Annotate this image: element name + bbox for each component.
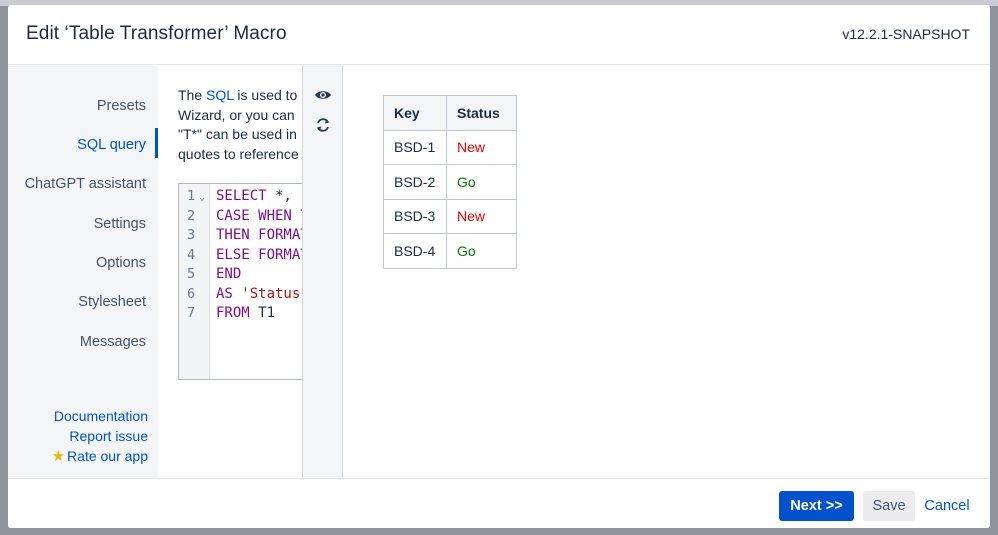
next-button[interactable]: Next >> xyxy=(779,491,854,521)
rate-app-link[interactable]: ★ Rate our app xyxy=(52,447,148,465)
table-row: BSD-1 New xyxy=(383,129,517,165)
code-line: 7 FROM T1 xyxy=(179,304,302,324)
sidebar-item-stylesheet[interactable]: Stylesheet xyxy=(78,294,146,310)
fold-chevron-icon[interactable]: ⌄ xyxy=(199,188,205,208)
code-line: 5 END xyxy=(179,265,302,285)
cell-status: New xyxy=(446,129,517,165)
cancel-button[interactable]: Cancel xyxy=(922,491,972,521)
preview-table: Key Status BSD-1 New BSD-2 Go BSD-3 New xyxy=(383,95,517,269)
sidebar: Presets SQL query ChatGPT assistant Sett… xyxy=(8,66,158,478)
sidebar-item-options[interactable]: Options xyxy=(96,255,146,271)
desc-text: is used to xyxy=(233,87,298,103)
column-header-status: Status xyxy=(446,95,517,131)
line-number: 6 xyxy=(187,285,196,302)
line-number: 1 xyxy=(187,188,196,204)
column-header-key: Key xyxy=(383,95,447,131)
macro-editor-dialog: Edit ‘Table Transformer’ Macro v12.2.1-S… xyxy=(8,5,990,528)
sql-string: 'Status xyxy=(232,285,301,302)
line-number: 4 xyxy=(187,246,196,263)
cell-status: New xyxy=(446,198,517,234)
code-line: 4 ELSE FORMAT xyxy=(179,246,302,266)
sql-description: The SQL is used to Wizard, or you can "T… xyxy=(178,86,302,164)
report-issue-link[interactable]: Report issue xyxy=(69,428,148,444)
cell-key: BSD-1 xyxy=(383,129,447,165)
sql-keyword: FROM xyxy=(216,305,250,321)
line-number: 7 xyxy=(187,305,196,321)
sql-keyword: END xyxy=(216,266,242,282)
table-header-row: Key Status xyxy=(383,95,517,131)
cell-status: Go xyxy=(446,233,517,269)
code-line: 1 ⌄ SELECT *, xyxy=(179,187,302,207)
desc-text: Wizard, or you can xyxy=(178,106,295,123)
documentation-link[interactable]: Documentation xyxy=(54,408,148,424)
sql-text: T xyxy=(292,208,302,224)
dialog-title: Edit ‘Table Transformer’ Macro xyxy=(26,23,287,44)
cell-status: Go xyxy=(446,164,517,200)
sql-query-panel: The SQL is used to Wizard, or you can "T… xyxy=(158,66,302,478)
sql-keyword: ELSE FORMAT xyxy=(216,246,302,263)
rate-app-label: Rate our app xyxy=(67,448,148,464)
code-line: 2 CASE WHEN T xyxy=(179,207,302,227)
sidebar-item-sql-query[interactable]: SQL query xyxy=(77,137,146,153)
desc-text: "T*" can be used in xyxy=(178,126,297,142)
sql-keyword: CASE WHEN xyxy=(216,207,292,224)
sql-code-editor[interactable]: 1⌄ SELECT *, 2 CASE WHEN T 3 THEN FORMAT 4 E… xyxy=(178,183,302,380)
sidebar-item-presets[interactable]: Presets xyxy=(97,98,146,114)
eye-icon[interactable] xyxy=(314,86,332,104)
sidebar-item-settings[interactable]: Settings xyxy=(94,216,146,232)
desc-text: quotes to reference xyxy=(178,145,299,162)
pane-divider-toolbar[interactable] xyxy=(302,66,343,478)
cell-key: BSD-4 xyxy=(383,233,447,269)
dialog-header: Edit ‘Table Transformer’ Macro v12.2.1-S… xyxy=(8,5,990,65)
table-row: BSD-4 Go xyxy=(383,233,517,269)
star-icon: ★ xyxy=(51,448,66,465)
sql-text: *, xyxy=(266,188,292,204)
cell-key: BSD-2 xyxy=(383,164,447,200)
dialog-footer: Next >> Save Cancel xyxy=(8,478,990,528)
line-number: 2 xyxy=(187,207,196,224)
table-row: BSD-2 Go xyxy=(383,164,517,200)
sql-keyword: AS xyxy=(216,285,233,302)
table-row: BSD-3 New xyxy=(383,198,517,234)
sql-text: T1 xyxy=(249,305,276,321)
sidebar-item-messages[interactable]: Messages xyxy=(80,334,146,350)
line-number: 3 xyxy=(187,227,196,243)
sidebar-item-chatgpt-assistant[interactable]: ChatGPT assistant xyxy=(25,176,146,192)
version-label: v12.2.1-SNAPSHOT xyxy=(842,26,970,42)
sql-keyword: THEN FORMAT xyxy=(216,227,302,243)
sql-keyword: SELECT xyxy=(216,188,267,204)
save-button[interactable]: Save xyxy=(863,491,915,521)
refresh-icon[interactable] xyxy=(314,116,332,134)
code-line: 3 THEN FORMAT xyxy=(179,226,302,246)
code-line: 6 AS 'Status xyxy=(179,285,302,305)
sql-help-link[interactable]: SQL xyxy=(206,87,234,103)
preview-panel: Key Status BSD-1 New BSD-2 Go BSD-3 New xyxy=(343,66,990,478)
desc-text: The xyxy=(178,87,207,103)
line-number: 5 xyxy=(187,266,196,282)
cell-key: BSD-3 xyxy=(383,198,447,234)
